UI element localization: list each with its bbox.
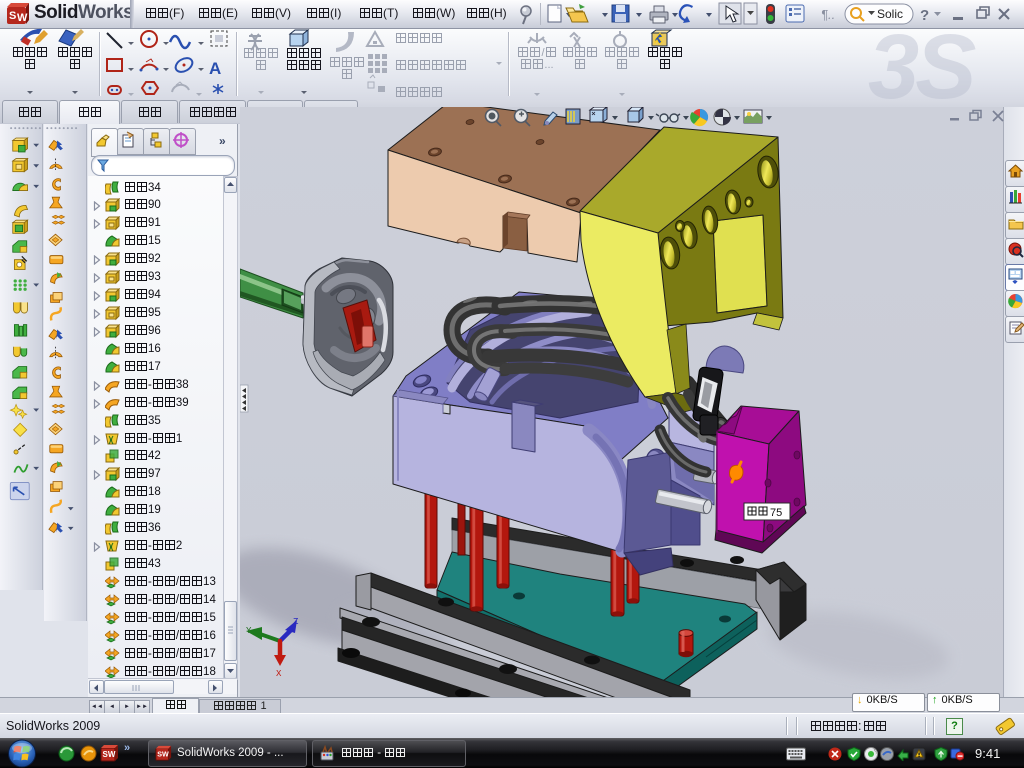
svg-text:S: S	[9, 10, 16, 22]
svg-text:¶..: ¶..	[821, 7, 835, 22]
svg-text:W: W	[17, 12, 28, 24]
svg-text:X: X	[276, 669, 282, 679]
svg-text:SW: SW	[103, 750, 116, 759]
svg-text:Z: Z	[293, 617, 299, 627]
svg-text:A: A	[209, 59, 221, 78]
svg-text:SW: SW	[157, 751, 169, 759]
svg-text:Y: Y	[246, 626, 252, 636]
svg-text:75: 75	[770, 507, 782, 519]
